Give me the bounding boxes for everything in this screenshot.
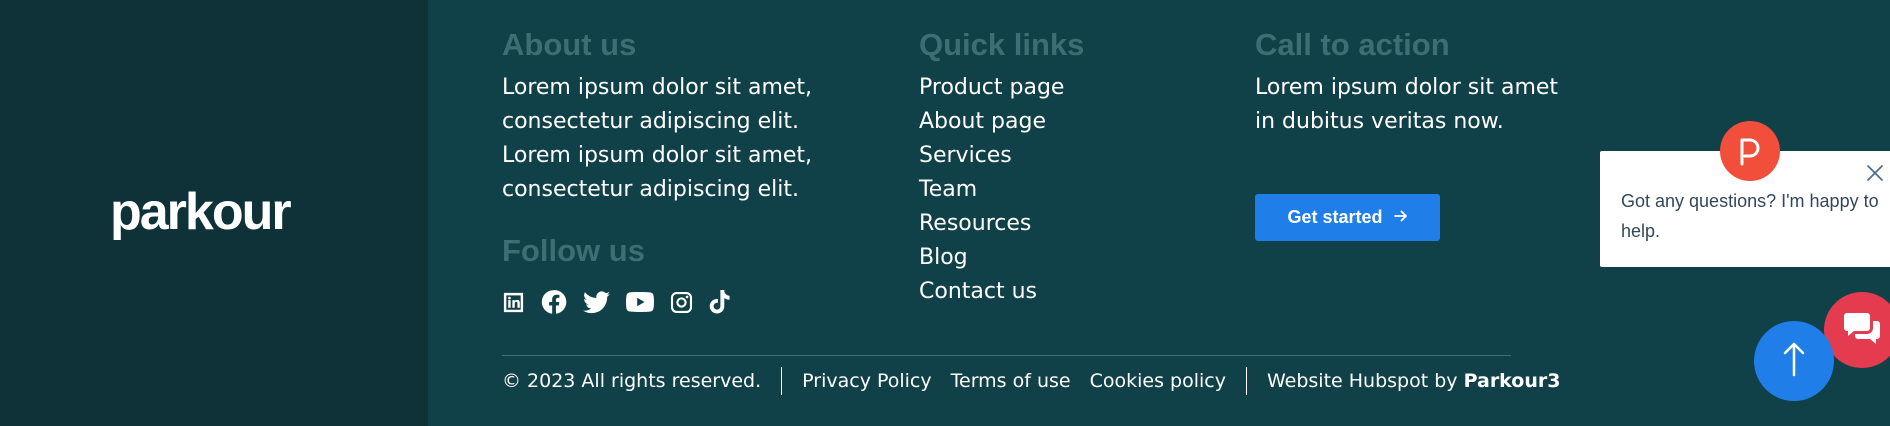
quick-link-team[interactable]: Team [919, 173, 1064, 207]
arrow-up-icon [1782, 341, 1806, 381]
arrow-right-icon [1393, 207, 1408, 228]
hubspot-p-icon [1720, 121, 1780, 181]
youtube-icon[interactable] [626, 292, 654, 312]
quick-link-resources[interactable]: Resources [919, 207, 1064, 241]
separator [1245, 367, 1247, 395]
follow-heading: Follow us [502, 233, 645, 268]
get-started-label: Get started [1287, 207, 1383, 227]
social-links [502, 289, 746, 315]
cookies-policy-link[interactable]: Cookies policy [1090, 370, 1226, 392]
credit-name[interactable]: Parkour3 [1464, 370, 1561, 392]
quick-link-about-page[interactable]: About page [919, 105, 1064, 139]
parkour-logo[interactable]: parkour [110, 182, 292, 242]
tiktok-icon[interactable] [709, 290, 730, 314]
instagram-icon[interactable] [670, 291, 693, 314]
facebook-icon[interactable] [541, 289, 567, 315]
about-line: consectetur adipiscing elit. [502, 109, 799, 134]
footer-divider [502, 355, 1511, 356]
terms-of-use-link[interactable]: Terms of use [951, 370, 1071, 392]
separator [781, 367, 783, 395]
cta-heading: Call to action [1255, 27, 1450, 62]
about-line: Lorem ipsum dolor sit amet, [502, 143, 813, 168]
quick-links-list: Product page About page Services Team Re… [919, 71, 1064, 309]
scroll-to-top-button[interactable] [1754, 321, 1834, 401]
chat-launcher-button[interactable] [1824, 292, 1890, 368]
copyright-text: © 2023 All rights reserved. [502, 370, 762, 392]
privacy-policy-link[interactable]: Privacy Policy [802, 370, 931, 392]
about-line: Lorem ipsum dolor sit amet, [502, 75, 813, 100]
cta-text: Lorem ipsum dolor sit amet in dubitus ve… [1255, 71, 1558, 139]
quick-link-contact-us[interactable]: Contact us [919, 275, 1064, 309]
close-icon[interactable] [1865, 163, 1885, 187]
quick-link-services[interactable]: Services [919, 139, 1064, 173]
about-line: consectetur adipiscing elit. [502, 177, 799, 202]
chat-bubbles-icon [1843, 311, 1881, 349]
quick-link-blog[interactable]: Blog [919, 241, 1064, 275]
footer-bottom-bar: © 2023 All rights reserved. Privacy Poli… [502, 367, 1560, 395]
quick-links-heading: Quick links [919, 27, 1085, 62]
credit-prefix: Website Hubspot by [1266, 370, 1458, 392]
get-started-button[interactable]: Get started [1255, 194, 1440, 241]
cta-line: Lorem ipsum dolor sit amet [1255, 75, 1559, 100]
about-text: Lorem ipsum dolor sit amet, consectetur … [502, 71, 812, 207]
brand-panel: parkour [0, 0, 428, 426]
about-heading: About us [502, 27, 637, 62]
cta-line: in dubitus veritas now. [1255, 109, 1504, 134]
twitter-icon[interactable] [583, 290, 610, 314]
chat-welcome-message: Got any questions? I'm happy to help. [1621, 191, 1879, 241]
linkedin-icon[interactable] [502, 291, 525, 314]
quick-link-product-page[interactable]: Product page [919, 71, 1064, 105]
